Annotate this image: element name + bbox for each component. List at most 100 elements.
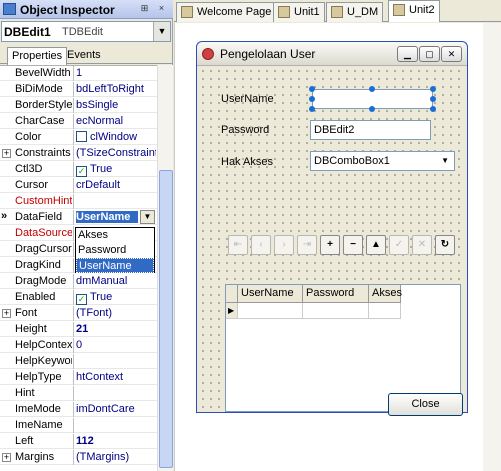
property-value[interactable]: clWindow xyxy=(76,131,156,143)
refresh-icon[interactable]: ↻ xyxy=(435,235,455,255)
selection-handle[interactable] xyxy=(309,96,315,102)
grid-cell[interactable] xyxy=(369,303,401,319)
dropdown-option[interactable]: Password xyxy=(76,243,154,258)
close-button[interactable]: Close xyxy=(388,393,463,416)
property-row[interactable]: Height 21 xyxy=(0,322,157,337)
property-row[interactable]: + Constraints (TSizeConstraint xyxy=(0,146,157,161)
grid-column-header[interactable]: Akses xyxy=(369,285,402,303)
property-row[interactable]: BevelWidth 1 xyxy=(0,66,157,81)
inspector-scrollbar[interactable] xyxy=(157,65,173,471)
tab-welcome-page[interactable]: Welcome Page xyxy=(176,2,277,22)
property-value[interactable]: UserName xyxy=(76,211,138,223)
password-edit[interactable]: DBEdit2 xyxy=(310,120,431,140)
selection-handle[interactable] xyxy=(369,86,375,92)
property-value[interactable]: (TFont) xyxy=(76,307,156,319)
property-row[interactable]: BorderStyle bsSingle xyxy=(0,98,157,113)
property-row[interactable]: Color clWindow xyxy=(0,130,157,145)
akses-combobox[interactable]: DBComboBox1 ▼ xyxy=(310,151,455,171)
next-record-icon[interactable]: › xyxy=(274,235,294,255)
expand-icon[interactable]: + xyxy=(2,149,11,158)
selection-handle[interactable] xyxy=(430,106,436,112)
property-row[interactable]: Enabled ✓ True xyxy=(0,290,157,305)
property-row[interactable]: CustomHint xyxy=(0,194,157,209)
checkbox-checked-icon[interactable]: ✓ xyxy=(76,294,87,305)
grid-indicator-header xyxy=(226,285,238,303)
property-value[interactable]: 112 xyxy=(76,435,156,447)
property-row[interactable]: Hint xyxy=(0,386,157,401)
property-value[interactable]: bsSingle xyxy=(76,99,156,111)
column-divider xyxy=(73,210,74,225)
property-row[interactable]: HelpKeyword xyxy=(0,354,157,369)
chevron-down-icon[interactable]: ▼ xyxy=(140,210,155,224)
close-icon[interactable]: × xyxy=(155,3,168,16)
insert-record-icon[interactable]: + xyxy=(320,235,340,255)
grid-column-header[interactable]: UserName xyxy=(238,285,303,303)
property-row[interactable]: HelpContext 0 xyxy=(0,338,157,353)
tab-u-dm[interactable]: U_DM xyxy=(326,2,384,22)
property-value[interactable]: htContext xyxy=(76,371,156,383)
property-value[interactable]: imDontCare xyxy=(76,403,156,415)
last-record-icon[interactable]: ⇥ xyxy=(297,235,317,255)
form-title: Pengelolaan User xyxy=(220,47,316,61)
grid-cell[interactable] xyxy=(238,303,303,319)
tab-unit2[interactable]: Unit2 xyxy=(388,0,440,22)
expand-icon[interactable]: + xyxy=(2,309,11,318)
column-divider xyxy=(73,338,74,353)
property-row[interactable]: + Font (TFont) xyxy=(0,306,157,321)
expand-icon[interactable]: + xyxy=(2,453,11,462)
dropdown-option[interactable]: Akses xyxy=(76,228,154,243)
property-row[interactable]: HelpType htContext xyxy=(0,370,157,385)
property-value[interactable]: 21 xyxy=(76,323,156,335)
property-value[interactable]: ecNormal xyxy=(76,115,156,127)
property-value[interactable]: 0 xyxy=(76,339,156,351)
dropdown-option-selected[interactable]: UserName xyxy=(76,258,154,273)
property-row[interactable]: BiDiMode bdLeftToRight xyxy=(0,82,157,97)
property-value[interactable]: dmManual xyxy=(76,275,156,287)
selection-handle[interactable] xyxy=(430,96,436,102)
prior-record-icon[interactable]: ‹ xyxy=(251,235,271,255)
minimize-icon[interactable]: ▁ xyxy=(397,46,418,62)
cancel-edit-icon[interactable]: ✕ xyxy=(412,235,432,255)
selection-handle[interactable] xyxy=(369,106,375,112)
chevron-down-icon[interactable]: ▼ xyxy=(441,156,449,165)
maximize-icon[interactable]: ▢ xyxy=(419,46,440,62)
component-selector[interactable]: DBEdit1 TDBEdit ▼ xyxy=(1,21,171,42)
tab-unit1[interactable]: Unit1 xyxy=(273,2,325,22)
selection-handle[interactable] xyxy=(309,106,315,112)
grid-column-header[interactable]: Password xyxy=(303,285,369,303)
edit-record-icon[interactable]: ▲ xyxy=(366,235,386,255)
property-row[interactable]: Ctl3D ✓ True xyxy=(0,162,157,177)
property-value[interactable]: ✓ True xyxy=(76,163,156,177)
selection-handle[interactable] xyxy=(309,86,315,92)
grid-cell[interactable] xyxy=(303,303,369,319)
property-value[interactable]: (TMargins) xyxy=(76,451,156,463)
pin-icon[interactable]: ⊞ xyxy=(138,3,151,16)
checkbox-checked-icon[interactable]: ✓ xyxy=(76,166,87,177)
selection-handle[interactable] xyxy=(430,86,436,92)
property-value[interactable]: bdLeftToRight xyxy=(76,83,156,95)
form-window[interactable]: Pengelolaan User ▁ ▢ ✕ UserName Password… xyxy=(196,41,468,416)
property-row[interactable]: ImeMode imDontCare xyxy=(0,402,157,417)
current-row-icon: » xyxy=(1,210,8,222)
property-row[interactable]: Left 112 xyxy=(0,434,157,449)
property-row[interactable]: ImeName xyxy=(0,418,157,433)
property-value[interactable]: crDefault xyxy=(76,179,156,191)
post-edit-icon[interactable]: ✓ xyxy=(389,235,409,255)
designer-scrollbar[interactable] xyxy=(483,23,501,471)
property-row[interactable]: DragMode dmManual xyxy=(0,274,157,289)
property-row[interactable]: » DataField UserName ▼ xyxy=(0,210,157,225)
property-row[interactable]: CharCase ecNormal xyxy=(0,114,157,129)
property-value[interactable]: ✓ True xyxy=(76,291,156,305)
tab-properties[interactable]: Properties xyxy=(7,47,68,65)
property-row[interactable]: Cursor crDefault xyxy=(0,178,157,193)
property-name: DragKind xyxy=(15,259,61,271)
chevron-down-icon[interactable]: ▼ xyxy=(153,22,170,41)
tab-events[interactable]: Events xyxy=(63,47,105,64)
scrollbar-thumb[interactable] xyxy=(159,170,173,468)
property-value[interactable]: 1 xyxy=(76,67,156,79)
property-value[interactable]: (TSizeConstraint xyxy=(76,147,156,159)
first-record-icon[interactable]: ⇤ xyxy=(228,235,248,255)
property-row[interactable]: + Margins (TMargins) xyxy=(0,450,157,465)
delete-record-icon[interactable]: − xyxy=(343,235,363,255)
close-icon[interactable]: ✕ xyxy=(441,46,462,62)
